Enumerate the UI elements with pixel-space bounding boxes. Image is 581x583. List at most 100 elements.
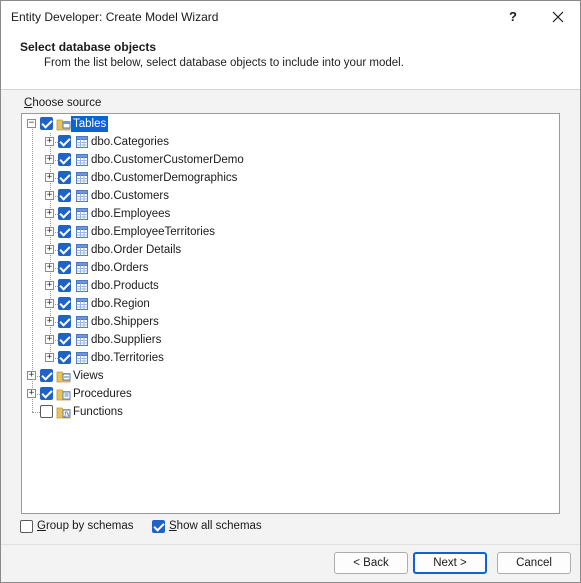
tree-item-table[interactable]: + dbo.Suppliers	[22, 331, 559, 349]
tree-item-table[interactable]: + dbo.CustomerDemographics	[22, 169, 559, 187]
group-by-schemas-accel: G	[37, 520, 46, 532]
expand-icon[interactable]: +	[45, 299, 54, 308]
group-by-schemas-option[interactable]: Group by schemas	[20, 519, 134, 533]
tree-item-label: Functions	[73, 406, 123, 418]
tree-item-table[interactable]: + dbo.CustomerCustomerDemo	[22, 151, 559, 169]
table-checkbox[interactable]	[58, 315, 71, 328]
table-icon	[74, 206, 90, 222]
tree-item-table[interactable]: + dbo.Products	[22, 277, 559, 295]
expand-icon[interactable]: +	[27, 371, 36, 380]
tree-item-label: dbo.Region	[91, 298, 150, 310]
expand-icon[interactable]: +	[45, 137, 54, 146]
tree-item-label: dbo.EmployeeTerritories	[91, 226, 216, 238]
tree-item-procedures[interactable]: + Procedures	[22, 385, 559, 403]
show-all-schemas-checkbox[interactable]	[152, 519, 165, 533]
expand-icon[interactable]: +	[27, 389, 36, 398]
folder-function-icon: fx	[56, 404, 72, 420]
tree-item-table[interactable]: + dbo.Region	[22, 295, 559, 313]
expand-icon[interactable]: +	[45, 317, 54, 326]
show-all-schemas-text: how all schemas	[176, 520, 262, 532]
table-icon	[74, 134, 90, 150]
window-title: Entity Developer: Create Model Wizard	[11, 10, 219, 24]
table-checkbox[interactable]	[58, 261, 71, 274]
wizard-window: Entity Developer: Create Model Wizard ? …	[0, 0, 581, 583]
group-by-schemas-label: Group by schemas	[37, 520, 134, 532]
table-icon	[74, 260, 90, 276]
table-icon	[74, 314, 90, 330]
help-button[interactable]: ?	[493, 1, 533, 32]
page-title: Select database objects	[20, 40, 157, 54]
back-button[interactable]: < Back	[334, 552, 408, 574]
expand-icon[interactable]: +	[45, 173, 54, 182]
show-all-schemas-label: Show all schemas	[169, 520, 262, 532]
title-bar: Entity Developer: Create Model Wizard ?	[1, 1, 580, 32]
footer-separator	[1, 544, 580, 545]
folder-table-icon	[56, 116, 72, 132]
table-checkbox[interactable]	[58, 135, 71, 148]
svg-text:fx: fx	[63, 411, 70, 418]
tree-item-table[interactable]: + dbo.Employees	[22, 205, 559, 223]
tree-item-table[interactable]: + dbo.Territories	[22, 349, 559, 367]
show-all-schemas-option[interactable]: Show all schemas	[152, 519, 262, 533]
table-checkbox[interactable]	[58, 225, 71, 238]
table-checkbox[interactable]	[58, 333, 71, 346]
tree-item-table[interactable]: + dbo.Customers	[22, 187, 559, 205]
group-by-schemas-checkbox[interactable]	[20, 519, 33, 533]
tree-item-functions[interactable]: fx Functions	[22, 403, 559, 421]
expand-icon[interactable]: +	[45, 281, 54, 290]
tree-item-table[interactable]: + dbo.Orders	[22, 259, 559, 277]
tree-item-label: dbo.Order Details	[91, 244, 182, 256]
next-button[interactable]: Next >	[413, 552, 487, 574]
expand-icon[interactable]: +	[45, 155, 54, 164]
wizard-header: Select database objects From the list be…	[1, 32, 580, 90]
expand-icon[interactable]: +	[45, 335, 54, 344]
expand-icon[interactable]: +	[45, 191, 54, 200]
tree-item-label: Tables	[71, 116, 109, 132]
expand-icon[interactable]: +	[45, 245, 54, 254]
tree-item-label: dbo.Categories	[91, 136, 169, 148]
tables-checkbox[interactable]	[40, 117, 53, 130]
tree-item-table[interactable]: + dbo.Shippers	[22, 313, 559, 331]
table-icon	[74, 278, 90, 294]
database-objects-tree[interactable]: − Tables + dbo.Categories + dbo.CustomerCusto…	[21, 113, 560, 514]
group-by-schemas-text: roup by schemas	[45, 520, 134, 532]
close-button[interactable]	[538, 1, 578, 32]
tree-item-tables[interactable]: − Tables	[22, 115, 559, 133]
tree-item-views[interactable]: + Views	[22, 367, 559, 385]
collapse-icon[interactable]: −	[27, 119, 36, 128]
table-checkbox[interactable]	[58, 351, 71, 364]
table-checkbox[interactable]	[58, 207, 71, 220]
table-checkbox[interactable]	[58, 243, 71, 256]
expand-icon[interactable]: +	[45, 353, 54, 362]
table-icon	[74, 170, 90, 186]
table-checkbox[interactable]	[58, 153, 71, 166]
cancel-button[interactable]: Cancel	[497, 552, 571, 574]
table-checkbox[interactable]	[58, 171, 71, 184]
expand-icon[interactable]: +	[45, 263, 54, 272]
table-checkbox[interactable]	[58, 279, 71, 292]
table-icon	[74, 152, 90, 168]
tree-item-label: dbo.Shippers	[91, 316, 159, 328]
tree-item-label: dbo.Products	[91, 280, 159, 292]
functions-checkbox[interactable]	[40, 405, 53, 418]
tree-item-label: dbo.Customers	[91, 190, 169, 202]
tree-item-table[interactable]: + dbo.EmployeeTerritories	[22, 223, 559, 241]
table-checkbox[interactable]	[58, 297, 71, 310]
tree-item-label: dbo.Employees	[91, 208, 171, 220]
expand-icon[interactable]: +	[45, 227, 54, 236]
tree-item-table[interactable]: + dbo.Order Details	[22, 241, 559, 259]
expand-icon[interactable]: +	[45, 209, 54, 218]
views-checkbox[interactable]	[40, 369, 53, 382]
table-icon	[74, 332, 90, 348]
show-all-schemas-accel: S	[169, 520, 177, 532]
tree-item-table[interactable]: + dbo.Categories	[22, 133, 559, 151]
procedures-checkbox[interactable]	[40, 387, 53, 400]
table-icon	[74, 242, 90, 258]
tree-item-label: Procedures	[73, 388, 132, 400]
tree-item-label: dbo.CustomerCustomerDemo	[91, 154, 244, 166]
table-icon	[74, 188, 90, 204]
tree-item-label: dbo.Territories	[91, 352, 164, 364]
folder-view-icon	[56, 368, 72, 384]
page-subtitle: From the list below, select database obj…	[44, 57, 404, 69]
table-checkbox[interactable]	[58, 189, 71, 202]
